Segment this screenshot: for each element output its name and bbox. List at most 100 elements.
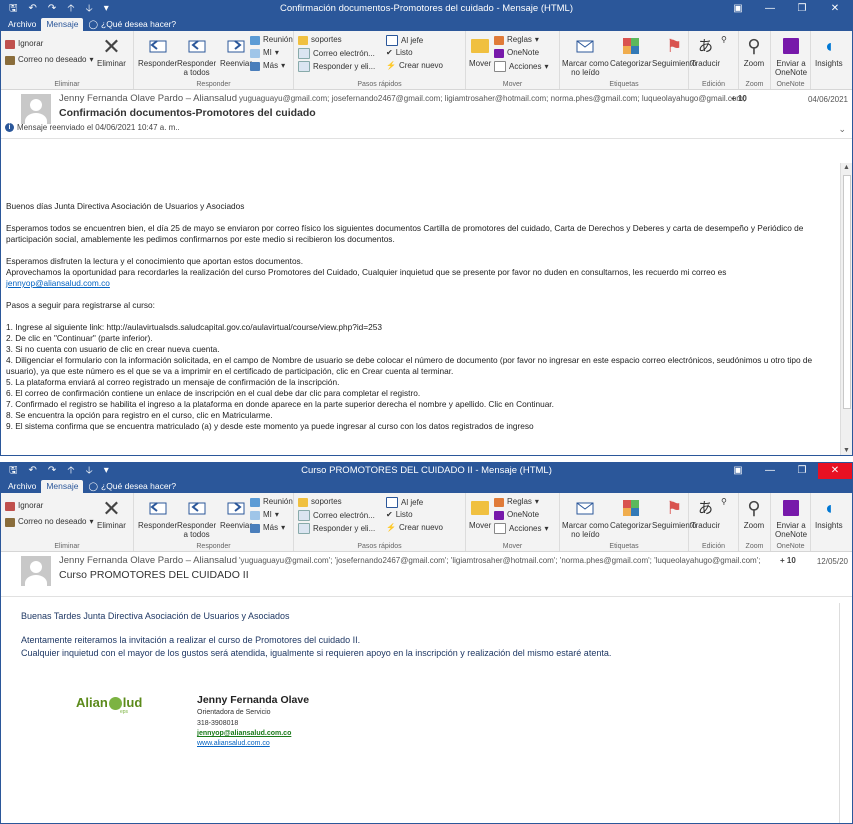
quickstep-soportes[interactable]: soportes: [298, 497, 342, 507]
ignorar-button[interactable]: Ignorar: [5, 39, 43, 49]
sender-name[interactable]: Jenny Fernanda Olave Pardo – Aliansalud: [59, 555, 237, 566]
insights-icon: ◖: [823, 497, 835, 518]
search-icon[interactable]: ⚲: [721, 497, 727, 507]
recipients[interactable]: yuguaguayu@gmail.com; josefernando2467@g…: [239, 94, 745, 103]
correo-no-deseado-button[interactable]: Correo no deseado ▾: [5, 55, 94, 65]
categorizar-button[interactable]: Categorizar: [610, 35, 651, 68]
mas-button[interactable]: Más ▾: [250, 61, 285, 71]
tab-mensaje[interactable]: Mensaje: [41, 18, 84, 31]
enviar-onenote-button[interactable]: Enviar a OneNote: [775, 35, 807, 77]
onenote-button[interactable]: OneNote: [494, 510, 539, 520]
correo-no-deseado-button[interactable]: Correo no deseado ▾: [5, 517, 94, 527]
reply-all-icon: [186, 497, 208, 519]
mi-button[interactable]: MI ▾: [250, 48, 279, 58]
vertical-scrollbar[interactable]: ▲ ▼: [840, 163, 852, 455]
subject: Curso PROMOTORES DEL CUIDADO II: [59, 569, 249, 581]
enviar-onenote-button[interactable]: Enviar a OneNote: [775, 497, 807, 539]
close-icon[interactable]: ✕: [818, 463, 852, 479]
marcar-no-leido-button[interactable]: Marcar como no leído: [562, 35, 609, 77]
email-link[interactable]: jennyop@aliansalud.com.co: [6, 278, 110, 288]
reenviar-button[interactable]: Reenviar: [220, 35, 252, 68]
quickstep-responder[interactable]: Responder y eli...: [298, 61, 375, 72]
quickstep-soportes[interactable]: soportes: [298, 35, 342, 45]
responder-button[interactable]: Responder: [138, 35, 177, 68]
lightning-icon: ⚡: [386, 61, 396, 70]
scroll-down-icon[interactable]: ▼: [843, 447, 850, 454]
acciones-button[interactable]: Acciones ▾: [494, 61, 548, 72]
more-recipients[interactable]: + 10: [780, 556, 796, 565]
signature-web-link[interactable]: www.aliansalud.com.co: [197, 740, 270, 747]
onenote-send-icon: [780, 497, 802, 519]
minimize-icon[interactable]: —: [754, 463, 786, 479]
close-icon[interactable]: ✕: [818, 1, 852, 17]
eliminar-button[interactable]: ✕ Eliminar: [97, 35, 126, 68]
marcar-no-leido-button[interactable]: Marcar como no leído: [562, 497, 609, 539]
restore-icon[interactable]: ❐: [786, 1, 818, 17]
insights-button[interactable]: ◖ Insights: [815, 35, 843, 69]
mas-button[interactable]: Más ▾: [250, 523, 285, 533]
traducir-button[interactable]: あ Traducir: [691, 497, 720, 531]
reglas-button[interactable]: Reglas ▾: [494, 35, 539, 45]
reunion-button[interactable]: Reunión: [250, 35, 293, 45]
minimize-icon[interactable]: —: [754, 1, 786, 17]
recipients[interactable]: 'yuguaguayu@gmail.com'; 'josefernando246…: [239, 556, 760, 565]
insights-button[interactable]: ◖ Insights: [815, 497, 843, 531]
group-mover: Mover Reglas ▾ OneNote Acciones ▾ Mover: [466, 31, 560, 89]
categorizar-button[interactable]: Categorizar: [610, 497, 651, 530]
quickstep-responder[interactable]: Responder y eli...: [298, 523, 375, 534]
responder-todos-button[interactable]: Responder a todos: [177, 35, 216, 77]
quickstep-listo[interactable]: ✔ Listo: [386, 48, 413, 58]
more-recipients[interactable]: + 10: [731, 94, 747, 103]
tab-mensaje[interactable]: Mensaje: [41, 480, 84, 493]
responder-button[interactable]: Responder: [138, 497, 177, 530]
eliminar-button[interactable]: ✕ Eliminar: [97, 497, 126, 530]
signature-email-link[interactable]: jennyop@aliansalud.com.co: [197, 730, 291, 737]
reenviar-button[interactable]: Reenviar: [220, 497, 252, 530]
tab-archivo[interactable]: Archivo: [3, 480, 41, 493]
quickstep-jefe[interactable]: Al jefe: [386, 497, 423, 508]
greeting: Buenas Tardes Junta Directiva Asociación…: [21, 611, 290, 621]
message-window-2: 🖫 ↶ ↷ 🡡 🡣 ▾ Curso PROMOTORES DEL CUIDADO…: [0, 462, 853, 824]
expand-header-icon[interactable]: ⌄: [838, 124, 846, 135]
reply-icon: [147, 35, 169, 57]
quickstep-listo[interactable]: ✔ Listo: [386, 510, 413, 520]
search-icon[interactable]: ⚲: [721, 35, 727, 45]
avatar: [21, 556, 51, 586]
mi-button[interactable]: MI ▾: [250, 510, 279, 520]
sender-name[interactable]: Jenny Fernanda Olave Pardo – Aliansalud: [59, 93, 237, 104]
responder-todos-button[interactable]: Responder a todos: [177, 497, 216, 539]
quickstep-correo[interactable]: Correo electrón...: [298, 48, 375, 59]
quickstep-crear[interactable]: ⚡ Crear nuevo: [386, 523, 443, 533]
reglas-button[interactable]: Reglas ▾: [494, 497, 539, 507]
tell-me-box[interactable]: ◯ ¿Qué desea hacer?: [83, 18, 181, 31]
zoom-button[interactable]: ⚲ Zoom: [743, 497, 765, 531]
reunion-button[interactable]: Reunión: [250, 497, 293, 507]
onenote-button[interactable]: OneNote: [494, 48, 539, 58]
acciones-button[interactable]: Acciones ▾: [494, 523, 548, 534]
translate-icon: あ: [698, 499, 714, 517]
im-icon: [250, 48, 260, 58]
meeting-icon: [250, 497, 260, 507]
junk-icon: [5, 55, 15, 65]
group-edicion: あ Traducir ⚲ Edición: [689, 493, 739, 551]
scroll-up-icon[interactable]: ▲: [843, 164, 850, 171]
quickstep-jefe[interactable]: Al jefe: [386, 35, 423, 46]
check-icon: ✔: [386, 48, 393, 57]
step-item: 3. Si no cuenta con usuario de clic en c…: [6, 344, 220, 354]
tell-me-box[interactable]: ◯ ¿Qué desea hacer?: [83, 480, 181, 493]
ribbon-display-icon[interactable]: ▣: [722, 1, 754, 17]
title-bar: 🖫 ↶ ↷ 🡡 🡣 ▾ Confirmación documentos-Prom…: [1, 1, 852, 17]
quickstep-crear[interactable]: ⚡ Crear nuevo: [386, 61, 443, 71]
mover-button[interactable]: Mover: [469, 497, 491, 530]
quickstep-correo[interactable]: Correo electrón...: [298, 510, 375, 521]
traducir-button[interactable]: あ Traducir: [691, 35, 720, 69]
forwarded-notice: i Mensaje reenviado el 04/06/2021 10:47 a…: [5, 123, 180, 132]
ribbon-display-icon[interactable]: ▣: [722, 463, 754, 479]
paragraph: Esperamos todos se encuentren bien, el d…: [6, 223, 804, 244]
zoom-button[interactable]: ⚲ Zoom: [743, 35, 765, 69]
tab-archivo[interactable]: Archivo: [3, 18, 41, 31]
mover-button[interactable]: Mover: [469, 35, 491, 68]
ignorar-button[interactable]: Ignorar: [5, 501, 43, 511]
restore-icon[interactable]: ❐: [786, 463, 818, 479]
scroll-thumb[interactable]: [843, 175, 851, 409]
